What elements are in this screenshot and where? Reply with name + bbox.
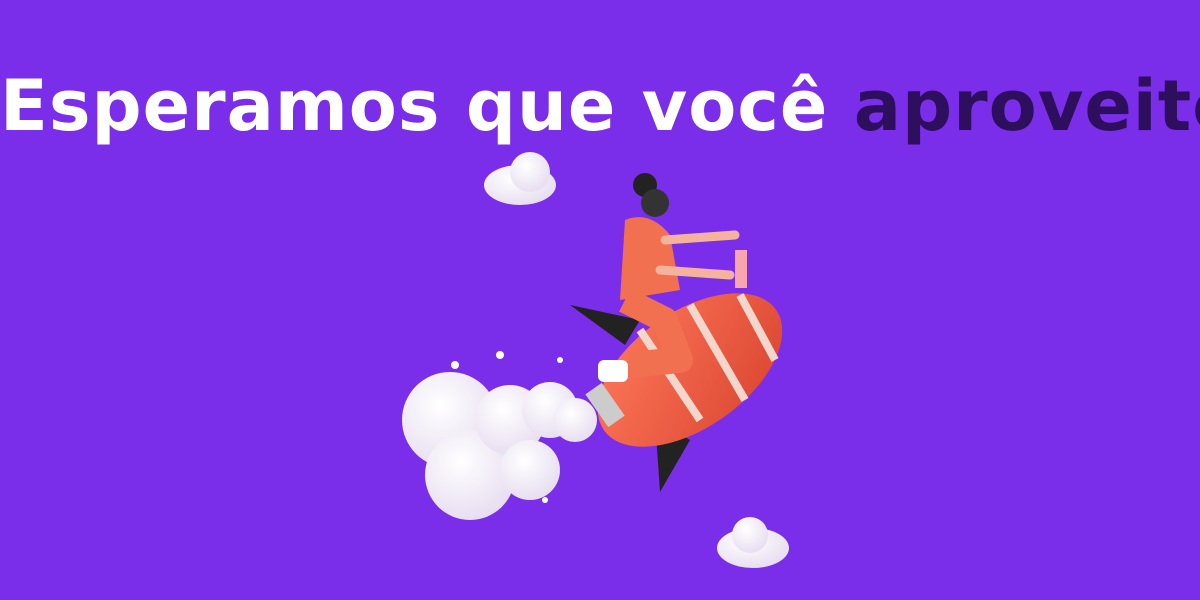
cloud-top (484, 152, 556, 205)
cloud-bottom (717, 517, 789, 568)
exhaust-smoke (402, 351, 597, 520)
rocket-illustration (402, 152, 789, 568)
